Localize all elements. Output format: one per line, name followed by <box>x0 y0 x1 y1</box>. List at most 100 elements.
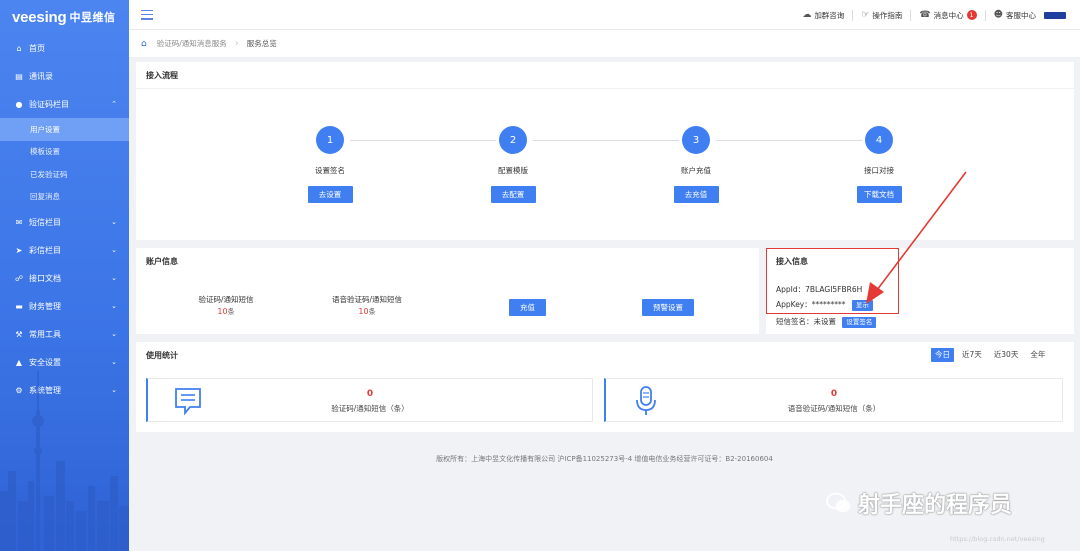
sidebar-item-finance[interactable]: ▬ 财务管理 ⌄ <box>0 292 129 320</box>
home-icon: ⌂ <box>16 43 22 53</box>
sidebar-item-label: 短信栏目 <box>29 217 61 227</box>
chevron-down-icon: ⌄ <box>111 246 117 254</box>
step-number: 1 <box>316 126 344 154</box>
card-icon: ▬ <box>15 301 23 311</box>
sms-balance: 验证码/通知短信 10条 <box>186 294 266 317</box>
sms-balance-label: 验证码/通知短信 <box>198 295 254 304</box>
voice-usage-value: 0 <box>830 389 838 399</box>
recharge-button[interactable]: 充值 <box>509 299 546 316</box>
message-center-label: 消息中心 <box>933 10 964 20</box>
signature-status: 短信签名：未设置 <box>776 317 836 326</box>
chevron-down-icon: ⌄ <box>111 274 117 282</box>
chevron-down-icon: ⌄ <box>111 330 117 338</box>
step-number: 3 <box>682 126 710 154</box>
watermark-text: 射手座的程序员 <box>858 493 1013 518</box>
message-badge: 1 <box>966 10 977 20</box>
set-signature-button[interactable]: 去设置 <box>307 186 353 203</box>
breadcrumb-current: 服务总览 <box>246 39 277 48</box>
step-label: 配置模版 <box>498 166 528 175</box>
divider <box>984 9 986 21</box>
sidebar-item-sms[interactable]: ✉ 短信栏目 ⌄ <box>0 208 129 236</box>
chevron-right-icon: › <box>234 38 239 49</box>
top-bar: ☁ 加群咨询 ☞ 操作指南 ☎ 消息中心 1 ☻ 客服中心 <box>129 0 1080 30</box>
sidebar: veesing 中昱维信 ⌂ 首页 ▤ 通讯录 ● 验证码栏目 ⌃ 用户设置 模… <box>0 0 129 551</box>
chevron-down-icon: ⌄ <box>111 218 117 226</box>
watermark-url: https://blog.csdn.net/veesing <box>950 535 1045 543</box>
sms-usage-box: 0 验证码/通知短信（条） <box>146 378 593 422</box>
sidebar-item-label: 首页 <box>29 43 45 53</box>
divider <box>910 9 912 21</box>
go-recharge-button[interactable]: 去充值 <box>673 186 719 203</box>
range-tab-year[interactable]: 全年 <box>1026 348 1049 362</box>
bell-icon: ☎ <box>919 10 931 20</box>
range-tab-7days[interactable]: 近7天 <box>958 348 986 362</box>
sidebar-item-label: 接口文档 <box>29 273 61 283</box>
guide-button[interactable]: ☞ 操作指南 <box>861 10 902 21</box>
wrench-icon: ⚒ <box>15 329 23 339</box>
voice-usage-box: 0 语音验证码/通知短信（条） <box>604 378 1063 422</box>
breadcrumb-parent[interactable]: 验证码/通知消息服务 <box>157 38 227 49</box>
cloud-icon: ☁ <box>802 10 812 20</box>
city-skyline-illustration <box>0 371 129 551</box>
home-icon[interactable]: ⌂ <box>141 39 147 49</box>
sidebar-subitem-template-settings[interactable]: 模板设置 <box>0 141 129 164</box>
sidebar-item-mms[interactable]: ➤ 彩信栏目 ⌄ <box>0 236 129 264</box>
sidebar-item-label: 常用工具 <box>29 329 61 339</box>
sidebar-item-verification[interactable]: ● 验证码栏目 ⌃ <box>0 90 129 118</box>
send-icon: ➤ <box>15 245 23 255</box>
chevron-down-icon: ⌄ <box>111 302 117 310</box>
range-tab-30days[interactable]: 近30天 <box>990 348 1023 362</box>
sms-balance-value: 10 <box>217 307 228 316</box>
brand-name-cn: 中昱维信 <box>69 12 116 24</box>
step-number: 4 <box>865 126 893 154</box>
consult-button[interactable]: ☁ 加群咨询 <box>802 10 844 21</box>
alert-settings-button[interactable]: 预警设置 <box>642 299 694 316</box>
service-center-label: 客服中心 <box>1006 10 1036 20</box>
user-avatar-logo[interactable] <box>1044 11 1066 19</box>
guide-label: 操作指南 <box>872 10 903 20</box>
sidebar-subitem-replies[interactable]: 回复消息 <box>0 186 129 209</box>
wechat-icon <box>826 492 851 513</box>
sidebar-item-home[interactable]: ⌂ 首页 <box>0 34 129 62</box>
chevron-up-icon: ⌃ <box>111 100 117 108</box>
sidebar-item-label: 财务管理 <box>29 301 61 311</box>
user-icon: ☻ <box>993 10 1003 20</box>
configure-template-button[interactable]: 去配置 <box>490 186 536 203</box>
step-1: 1 设置签名 去设置 <box>290 126 370 203</box>
sidebar-item-api-docs[interactable]: ☍ 接口文档 ⌄ <box>0 264 129 292</box>
address-book-icon: ▤ <box>15 71 23 81</box>
sidebar-subitem-user-settings[interactable]: 用户设置 <box>0 118 129 141</box>
account-info-title: 账户信息 <box>146 257 178 266</box>
step-3: 3 账户充值 去充值 <box>656 126 736 203</box>
breadcrumb: ⌂ 验证码/通知消息服务 › 服务总览 <box>129 30 1080 58</box>
step-label: 账户充值 <box>681 166 711 175</box>
access-flow-title: 接入流程 <box>136 62 1074 89</box>
annotation-arrow-icon <box>866 171 967 304</box>
sidebar-item-label: 彩信栏目 <box>29 245 61 255</box>
mail-icon: ✉ <box>15 217 23 227</box>
brand-name: veesing <box>12 8 67 26</box>
sidebar-subitem-sent-codes[interactable]: 已发验证码 <box>0 163 129 186</box>
sms-balance-unit: 条 <box>227 308 235 316</box>
sidebar-item-tools[interactable]: ⚒ 常用工具 ⌄ <box>0 320 129 348</box>
watermark: 射手座的程序员 <box>826 487 1012 519</box>
range-tab-today[interactable]: 今日 <box>931 348 954 362</box>
signature-row: 短信签名：未设置 设置签名 <box>776 316 877 328</box>
sms-usage-value: 0 <box>366 389 374 399</box>
network-icon: ☍ <box>14 273 24 283</box>
service-center-button[interactable]: ☻ 客服中心 <box>994 10 1036 21</box>
message-center-button[interactable]: ☎ 消息中心 1 <box>919 10 977 21</box>
sidebar-item-label: 验证码栏目 <box>29 99 69 109</box>
sidebar-item-label: 通讯录 <box>29 71 53 81</box>
brand-logo[interactable]: veesing 中昱维信 <box>0 0 129 34</box>
range-tabs: 今日 近7天 近30天 全年 <box>931 348 1049 362</box>
voice-balance: 语音验证码/通知短信 10条 <box>322 294 412 317</box>
set-signature-mini-button[interactable]: 设置签名 <box>842 316 877 328</box>
voice-balance-label: 语音验证码/通知短信 <box>331 295 403 304</box>
top-actions: ☁ 加群咨询 ☞ 操作指南 ☎ 消息中心 1 ☻ 客服中心 <box>802 0 1066 30</box>
voice-balance-unit: 条 <box>368 308 376 316</box>
sidebar-item-contacts[interactable]: ▤ 通讯录 <box>0 62 129 90</box>
voice-usage-label: 语音验证码/通知短信（条） <box>787 404 881 413</box>
menu-toggle-icon[interactable] <box>141 9 153 20</box>
chat-icon: ● <box>15 99 23 109</box>
